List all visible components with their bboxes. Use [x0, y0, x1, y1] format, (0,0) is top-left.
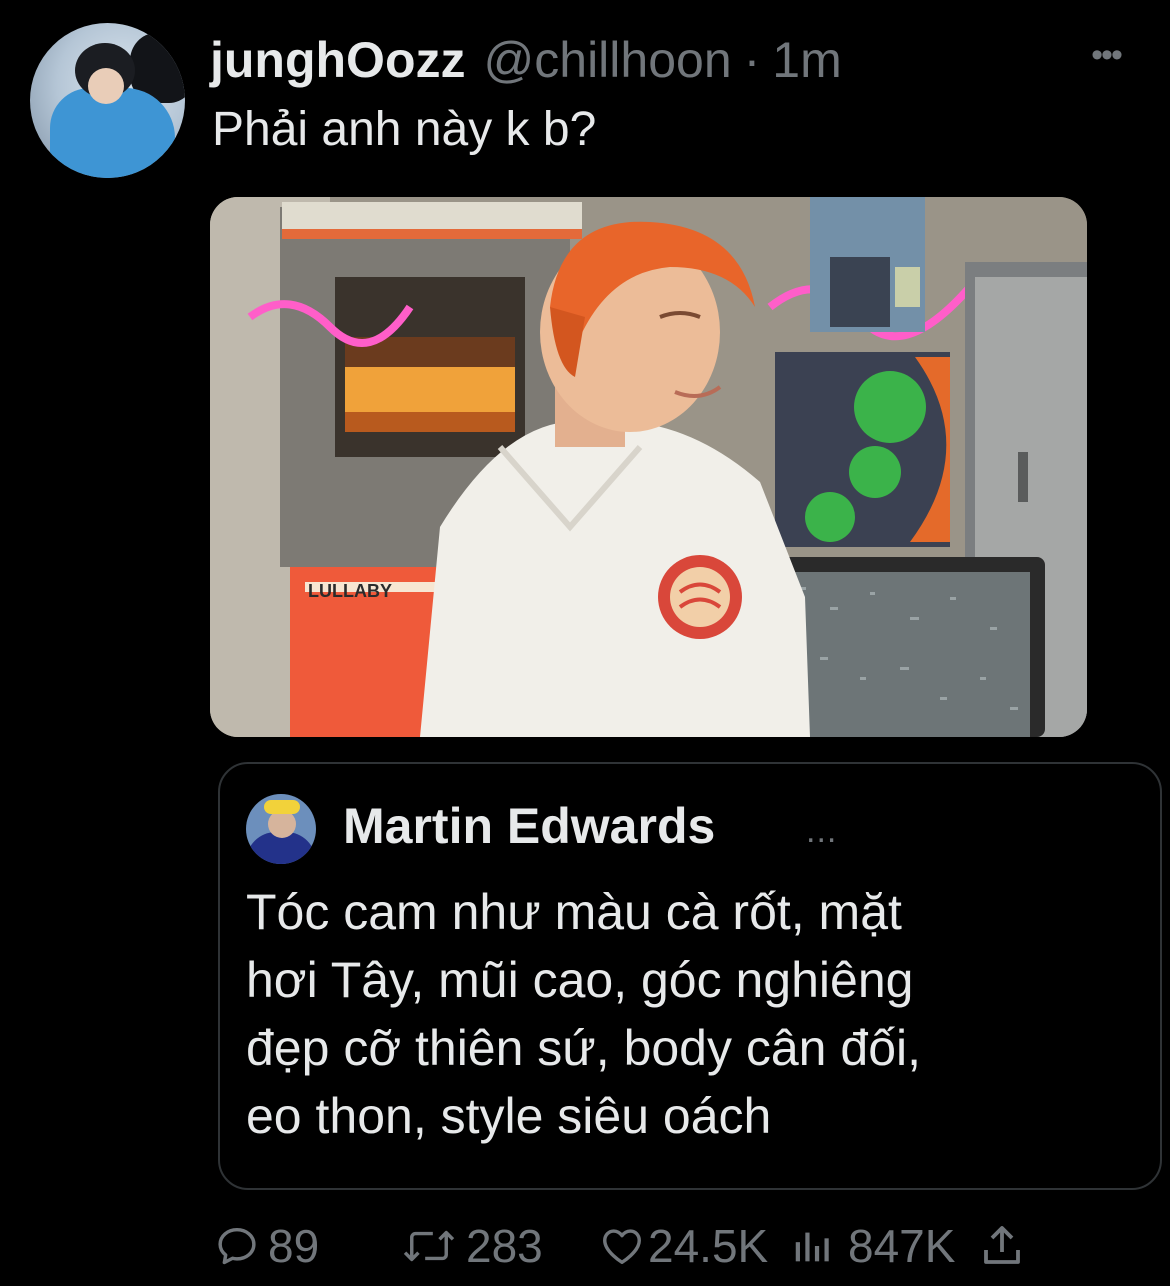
views-count: 847K	[848, 1220, 956, 1272]
quoted-text-line: hơi Tây, mũi cao, góc nghiêng	[246, 952, 914, 1008]
like-count: 24.5K	[648, 1220, 769, 1272]
quoted-avatar-face-shape	[268, 810, 296, 838]
quoted-tweet-text: Tóc cam như màu cà rốt, mặt hơi Tây, mũi…	[246, 878, 1126, 1150]
author-handle[interactable]: @chillhoon	[484, 28, 732, 92]
quoted-author-name[interactable]: Martin Edwards	[343, 794, 715, 858]
tweet-media-photo[interactable]: LULLABY	[210, 197, 1087, 737]
tweet-action-bar: 89 283 24.5K 847K	[0, 1213, 1170, 1279]
bar-chart-icon	[795, 1232, 829, 1262]
retweet-arrows-icon	[403, 1230, 455, 1262]
quoted-tweet-card[interactable]: Martin Edwards ... Tóc cam như màu cà rố…	[218, 762, 1162, 1190]
author-display-name[interactable]: junghOozz	[210, 28, 466, 92]
author-avatar[interactable]	[30, 23, 185, 178]
heart-icon	[603, 1229, 641, 1265]
reply-count: 89	[268, 1220, 320, 1272]
avatar-face-shape	[88, 68, 124, 104]
tweet-header: junghOozz @chillhoon · 1m	[210, 28, 842, 92]
tweet-timestamp[interactable]: 1m	[772, 28, 841, 92]
header-separator: ·	[743, 32, 761, 88]
quoted-avatar-hat-shape	[264, 800, 300, 814]
retweet-button[interactable]: 283	[400, 1213, 543, 1279]
reply-bubble-icon	[218, 1227, 256, 1265]
quoted-more-icon: ...	[806, 812, 838, 850]
quoted-text-line: đẹp cỡ thiên sứ, body cân đối,	[246, 1020, 921, 1076]
quoted-text-line: eo thon, style siêu oách	[246, 1088, 772, 1144]
tweet: junghOozz @chillhoon · 1m ••• Phải anh n…	[0, 0, 1170, 1286]
share-button[interactable]	[978, 1213, 1026, 1279]
poster-title: LULLABY	[308, 581, 392, 601]
like-button[interactable]: 24.5K	[598, 1213, 768, 1279]
tweet-text: Phải anh này k b?	[212, 103, 597, 156]
more-options-icon[interactable]: •••	[1080, 35, 1132, 75]
photo-illustration: LULLABY	[210, 197, 1087, 737]
views-button[interactable]: 847K	[790, 1213, 955, 1279]
quoted-author-avatar[interactable]	[246, 794, 316, 864]
retweet-count: 283	[466, 1220, 543, 1272]
share-upload-icon	[984, 1226, 1020, 1264]
reply-button[interactable]: 89	[214, 1213, 319, 1279]
quoted-text-line: Tóc cam như màu cà rốt, mặt	[246, 884, 902, 940]
